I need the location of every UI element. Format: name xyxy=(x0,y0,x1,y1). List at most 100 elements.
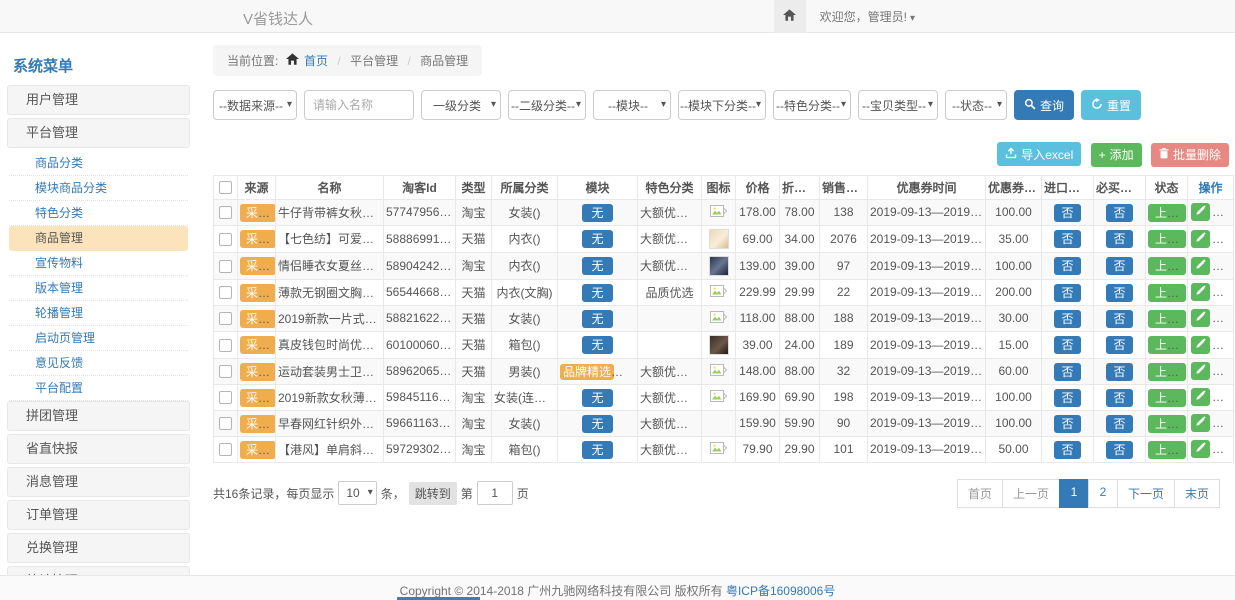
import-excel-button[interactable]: 导入excel xyxy=(997,142,1081,166)
status-button[interactable]: 上架 xyxy=(1148,363,1186,381)
add-button[interactable]: +添加 xyxy=(1091,143,1142,167)
sidebar-item-6[interactable]: 宣传物料 xyxy=(9,251,188,276)
import-pick-toggle[interactable]: 否 xyxy=(1054,389,1080,407)
status-button[interactable]: 上架 xyxy=(1148,415,1186,433)
import-pick-toggle[interactable]: 否 xyxy=(1054,415,1080,433)
pager-button-4[interactable]: 下一页 xyxy=(1117,479,1175,508)
filter-select-3[interactable]: --二级分类--▾ xyxy=(508,90,586,120)
module-none-badge[interactable]: 无 xyxy=(582,257,612,275)
query-button[interactable]: 查询 xyxy=(1014,90,1074,120)
sidebar-item-15[interactable]: 订单管理 xyxy=(7,500,190,530)
must-buy-toggle[interactable]: 否 xyxy=(1106,389,1132,407)
edit-button[interactable] xyxy=(1191,414,1210,432)
module-none-badge[interactable]: 无 xyxy=(582,336,612,354)
sidebar-item-14[interactable]: 消息管理 xyxy=(7,467,190,497)
edit-button[interactable] xyxy=(1191,309,1210,327)
module-none-badge[interactable]: 无 xyxy=(582,441,612,459)
must-buy-toggle[interactable]: 否 xyxy=(1106,363,1132,381)
per-page-select[interactable]: 10▾ xyxy=(338,481,376,505)
name-search-input[interactable] xyxy=(304,90,414,120)
status-button[interactable]: 上架 xyxy=(1148,204,1186,222)
module-none-badge[interactable]: 无 xyxy=(582,389,612,407)
must-buy-toggle[interactable]: 否 xyxy=(1106,204,1132,222)
filter-select-5[interactable]: --模块下分类--▾ xyxy=(678,90,766,120)
edit-button[interactable] xyxy=(1191,362,1210,380)
home-button[interactable] xyxy=(774,0,806,33)
row-checkbox[interactable] xyxy=(219,417,232,430)
must-buy-toggle[interactable]: 否 xyxy=(1106,257,1132,275)
user-menu[interactable]: 欢迎您，管理员!▾ xyxy=(820,8,915,25)
import-pick-toggle[interactable]: 否 xyxy=(1054,336,1080,354)
row-checkbox[interactable] xyxy=(219,443,232,456)
must-buy-toggle[interactable]: 否 xyxy=(1106,441,1132,459)
edit-button[interactable] xyxy=(1191,336,1210,354)
sidebar-item-16[interactable]: 兑换管理 xyxy=(7,533,190,563)
module-none-badge[interactable]: 无 xyxy=(582,284,612,302)
filter-select-7[interactable]: --宝贝类型--▾ xyxy=(858,90,938,120)
icp-link[interactable]: 粤ICP备16098006号 xyxy=(726,582,835,599)
pager-button-3[interactable]: 2 xyxy=(1088,479,1118,508)
must-buy-toggle[interactable]: 否 xyxy=(1106,230,1132,248)
row-checkbox[interactable] xyxy=(219,233,232,246)
module-none-badge[interactable]: 无 xyxy=(582,204,612,222)
import-pick-toggle[interactable]: 否 xyxy=(1054,363,1080,381)
status-button[interactable]: 上架 xyxy=(1148,310,1186,328)
sidebar-item-13[interactable]: 省直快报 xyxy=(7,434,190,464)
select-all-checkbox[interactable] xyxy=(219,181,232,194)
must-buy-toggle[interactable]: 否 xyxy=(1106,336,1132,354)
filter-select-2[interactable]: 一级分类▾ xyxy=(421,90,501,120)
import-pick-toggle[interactable]: 否 xyxy=(1054,204,1080,222)
edit-button[interactable] xyxy=(1191,203,1210,221)
row-checkbox[interactable] xyxy=(219,286,232,299)
row-checkbox[interactable] xyxy=(219,260,232,273)
sidebar-item-11[interactable]: 平台配置 xyxy=(9,376,188,401)
sidebar-item-3[interactable]: 模块商品分类 xyxy=(9,176,188,201)
row-checkbox[interactable] xyxy=(219,391,232,404)
row-checkbox[interactable] xyxy=(219,312,232,325)
status-button[interactable]: 上架 xyxy=(1148,257,1186,275)
breadcrumb-home-link[interactable]: 首页 xyxy=(304,54,328,68)
must-buy-toggle[interactable]: 否 xyxy=(1106,415,1132,433)
import-pick-toggle[interactable]: 否 xyxy=(1054,257,1080,275)
sidebar-item-4[interactable]: 特色分类 xyxy=(9,201,188,226)
module-none-badge[interactable]: 无 xyxy=(582,415,612,433)
must-buy-toggle[interactable]: 否 xyxy=(1106,284,1132,302)
sidebar-item-0[interactable]: 用户管理 xyxy=(7,85,190,115)
import-pick-toggle[interactable]: 否 xyxy=(1054,441,1080,459)
import-pick-toggle[interactable]: 否 xyxy=(1054,284,1080,302)
status-button[interactable]: 上架 xyxy=(1148,441,1186,459)
sidebar-item-9[interactable]: 启动页管理 xyxy=(9,326,188,351)
edit-button[interactable] xyxy=(1191,257,1210,275)
row-checkbox[interactable] xyxy=(219,206,232,219)
import-pick-toggle[interactable]: 否 xyxy=(1054,310,1080,328)
status-button[interactable]: 上架 xyxy=(1148,284,1186,302)
sidebar-item-8[interactable]: 轮播管理 xyxy=(9,301,188,326)
edit-button[interactable] xyxy=(1191,283,1210,301)
status-button[interactable]: 上架 xyxy=(1148,389,1186,407)
sidebar-item-1[interactable]: 平台管理 xyxy=(7,118,190,148)
status-button[interactable]: 上架 xyxy=(1148,230,1186,248)
edit-button[interactable] xyxy=(1191,388,1210,406)
edit-button[interactable] xyxy=(1191,440,1210,458)
edit-button[interactable] xyxy=(1191,230,1210,248)
row-checkbox[interactable] xyxy=(219,365,232,378)
jump-page-input[interactable] xyxy=(477,481,513,505)
filter-select-4[interactable]: --模块--▾ xyxy=(593,90,671,120)
must-buy-toggle[interactable]: 否 xyxy=(1106,310,1132,328)
pager-button-2[interactable]: 1 xyxy=(1059,479,1089,508)
sidebar-item-5[interactable]: 商品管理 xyxy=(9,226,188,251)
status-button[interactable]: 上架 xyxy=(1148,336,1186,354)
import-pick-toggle[interactable]: 否 xyxy=(1054,230,1080,248)
pager-button-5[interactable]: 末页 xyxy=(1174,479,1220,508)
sidebar-item-2[interactable]: 商品分类 xyxy=(9,151,188,176)
sidebar-item-10[interactable]: 意见反馈 xyxy=(9,351,188,376)
batch-delete-button[interactable]: 批量删除 xyxy=(1151,143,1229,167)
filter-select-8[interactable]: --状态--▾ xyxy=(945,90,1007,120)
jump-button[interactable]: 跳转到 xyxy=(409,482,457,505)
reset-button[interactable]: 重置 xyxy=(1081,90,1141,120)
sidebar-item-7[interactable]: 版本管理 xyxy=(9,276,188,301)
row-checkbox[interactable] xyxy=(219,339,232,352)
filter-select-0[interactable]: --数据来源--▾ xyxy=(213,90,297,120)
module-none-badge[interactable]: 无 xyxy=(582,230,612,248)
filter-select-6[interactable]: --特色分类--▾ xyxy=(773,90,851,120)
